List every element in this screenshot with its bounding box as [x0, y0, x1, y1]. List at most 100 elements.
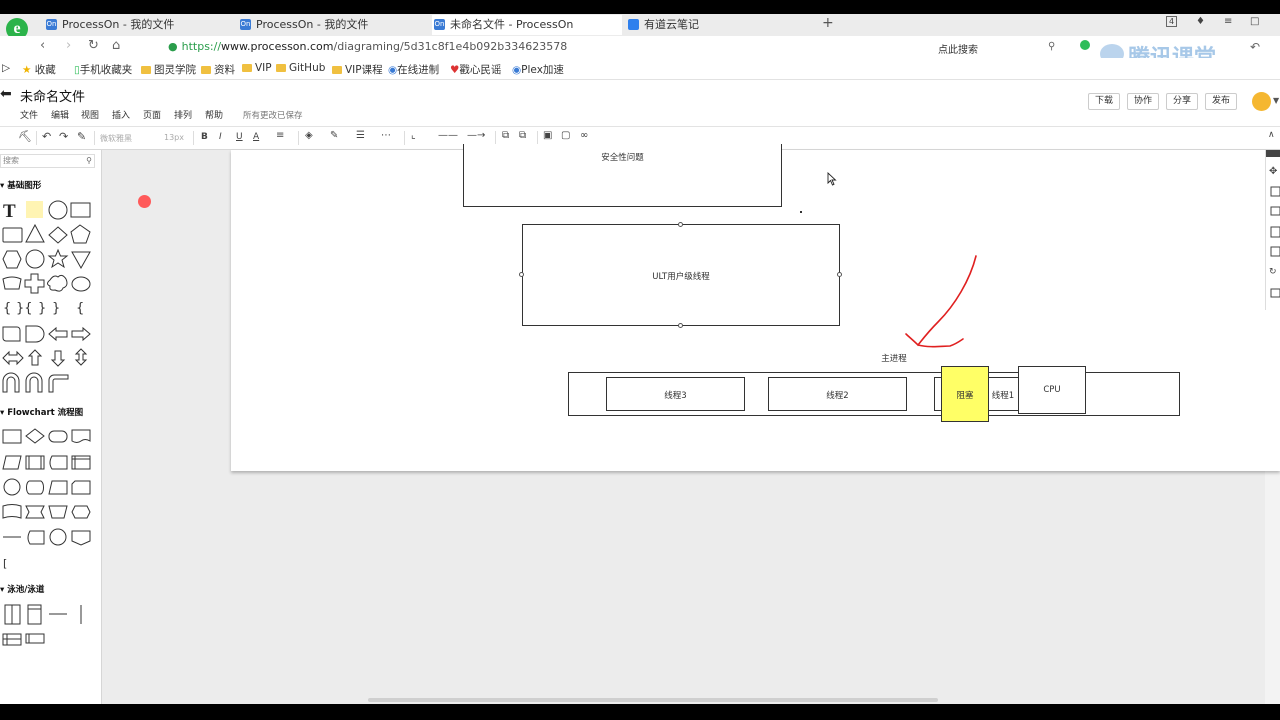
font-family-select[interactable]: 微软雅黑	[100, 133, 132, 144]
forward-icon[interactable]: ›	[66, 38, 71, 53]
shape-search-input[interactable]: 搜索 ⚲	[0, 154, 95, 168]
search-icon[interactable]: ⚲	[86, 155, 92, 167]
line-color-icon[interactable]: ✎	[330, 130, 338, 141]
font-color-button[interactable]: A	[253, 132, 259, 142]
selection-handle[interactable]	[678, 323, 683, 328]
chevron-down-icon[interactable]: ▼	[1273, 96, 1279, 105]
brush-icon[interactable]: ✎	[77, 130, 86, 143]
back-arrow-icon[interactable]: ⬅	[0, 86, 12, 102]
collaborate-button[interactable]: 协作	[1127, 93, 1159, 110]
line-end-arrow-icon[interactable]: —→	[467, 130, 485, 141]
tab-1[interactable]: On ProcessOn - 我的文件	[44, 15, 234, 35]
line-start-icon[interactable]: ——	[438, 130, 458, 141]
pointer-dot	[138, 195, 151, 208]
home-icon[interactable]: ⌂	[112, 38, 120, 53]
align-icon[interactable]: ≡	[276, 130, 284, 141]
line-style-icon[interactable]: ⋯	[381, 130, 391, 141]
new-tab-button[interactable]: +	[822, 15, 834, 31]
mouse-cursor-icon	[827, 172, 837, 186]
share-button[interactable]: 分享	[1166, 93, 1198, 110]
document-title[interactable]: 未命名文件	[20, 86, 85, 105]
search-icon[interactable]: ⚲	[1048, 41, 1055, 52]
maximize-icon[interactable]: □	[1250, 16, 1259, 27]
italic-button[interactable]: I	[219, 132, 222, 142]
menu-file[interactable]: 文件	[20, 108, 38, 121]
tab-2[interactable]: On ProcessOn - 我的文件	[238, 15, 428, 35]
bookmark-label: 在线进制	[397, 64, 440, 76]
reload-icon[interactable]: ↻	[88, 38, 99, 53]
selection-handle[interactable]	[837, 272, 842, 277]
shirt-icon[interactable]: ♦	[1196, 16, 1205, 27]
menu-page[interactable]: 页面	[143, 108, 161, 121]
bookmark-mobile[interactable]: ▯手机收藏夹	[74, 62, 132, 77]
collapse-up-icon[interactable]: ∧	[1268, 130, 1275, 140]
extension-icon[interactable]	[1080, 40, 1090, 50]
bring-front-icon[interactable]: ⧉	[502, 130, 509, 141]
processon-favicon-icon: On	[240, 19, 251, 30]
redo-icon[interactable]: ↷	[59, 130, 68, 143]
swimlane-shapes-grid[interactable]	[0, 602, 100, 652]
format-painter-icon[interactable]: ⛏	[18, 130, 32, 143]
bookmark-folder[interactable]: GitHub	[276, 62, 325, 74]
bookmark-label: 戳心民谣	[459, 64, 502, 76]
tab-3-active[interactable]: On 未命名文件 - ProcessOn	[432, 15, 622, 35]
url-field[interactable]: ● https://www.processon.com/diagraming/5d…	[168, 40, 567, 53]
separator	[537, 131, 538, 145]
cpu-label: CPU	[1043, 385, 1061, 395]
menu-icon[interactable]: ≡	[1224, 16, 1232, 27]
avatar[interactable]	[1252, 92, 1271, 111]
publish-button[interactable]: 发布	[1205, 93, 1237, 110]
ult-thread-label: ULT用户级线程	[652, 272, 710, 282]
category-basic-shapes[interactable]: ▾ 基础图形	[0, 179, 41, 191]
horizontal-scrollbar[interactable]	[368, 698, 938, 702]
separator	[94, 131, 95, 145]
menu-insert[interactable]: 插入	[112, 108, 130, 121]
connector-type-icon[interactable]: ⌞	[411, 130, 416, 141]
line-width-icon[interactable]: ☰	[356, 130, 365, 141]
bookmark-music[interactable]: ♥戳心民谣	[450, 62, 501, 77]
bookmarks-toggle-icon[interactable]: ▷	[2, 62, 10, 74]
download-button[interactable]: 下载	[1088, 93, 1120, 110]
font-size-select[interactable]: 13px	[164, 133, 184, 142]
browser-search-input[interactable]: 点此搜索	[938, 41, 978, 56]
svg-text:↻: ↻	[1269, 267, 1277, 277]
menu-view[interactable]: 视图	[81, 108, 99, 121]
link-icon[interactable]: ∞	[580, 130, 588, 141]
menu-arrange[interactable]: 排列	[174, 108, 192, 121]
blocked-label: 阻塞	[956, 391, 974, 401]
top-letterbox	[0, 0, 1280, 14]
selection-handle[interactable]	[678, 222, 683, 227]
category-swimlane[interactable]: ▾ 泳池/泳道	[0, 583, 44, 595]
tab-title: 有道云笔记	[644, 18, 699, 31]
flowchart-shapes-grid[interactable]: [	[0, 424, 100, 574]
selection-handle[interactable]	[519, 272, 524, 277]
separator	[193, 131, 194, 145]
unlock-icon[interactable]: ▢	[561, 130, 570, 141]
lock-icon[interactable]: ▣	[543, 130, 552, 141]
send-back-icon[interactable]: ⧉	[519, 130, 526, 141]
basic-shapes-grid[interactable]: T { }{ } } {	[0, 196, 100, 396]
svg-text:✥: ✥	[1269, 166, 1277, 177]
back-icon[interactable]: ‹	[40, 38, 45, 53]
thread3-label: 线程3	[664, 391, 687, 401]
category-label: Flowchart 流程图	[7, 408, 84, 418]
underline-button[interactable]: U	[236, 132, 243, 142]
bookmark-folder[interactable]: VIP	[242, 62, 272, 74]
bookmark-favorites[interactable]: ★ 收藏	[22, 62, 56, 77]
category-flowchart[interactable]: ▾ Flowchart 流程图	[0, 406, 83, 418]
fill-color-icon[interactable]: ◈	[305, 130, 313, 141]
bookmark-folder[interactable]: VIP课程	[332, 62, 383, 77]
menu-edit[interactable]: 编辑	[51, 108, 69, 121]
bookmark-folder[interactable]: 资料	[201, 62, 235, 77]
undo-icon[interactable]: ↶	[1250, 40, 1260, 54]
thread2-label: 线程2	[826, 391, 849, 401]
bold-button[interactable]: B	[201, 132, 208, 142]
menu-help[interactable]: 帮助	[205, 108, 223, 121]
bookmark-plex[interactable]: ◉Plex加速	[512, 62, 564, 77]
tab-count-badge[interactable]: 4	[1166, 16, 1178, 27]
tab-4[interactable]: 有道云笔记	[626, 15, 816, 35]
security-issue-label: 安全性问题	[601, 153, 644, 163]
bookmark-folder[interactable]: 图灵学院	[141, 62, 196, 77]
bookmark-online[interactable]: ◉在线进制	[388, 62, 439, 77]
undo-icon[interactable]: ↶	[42, 130, 51, 143]
